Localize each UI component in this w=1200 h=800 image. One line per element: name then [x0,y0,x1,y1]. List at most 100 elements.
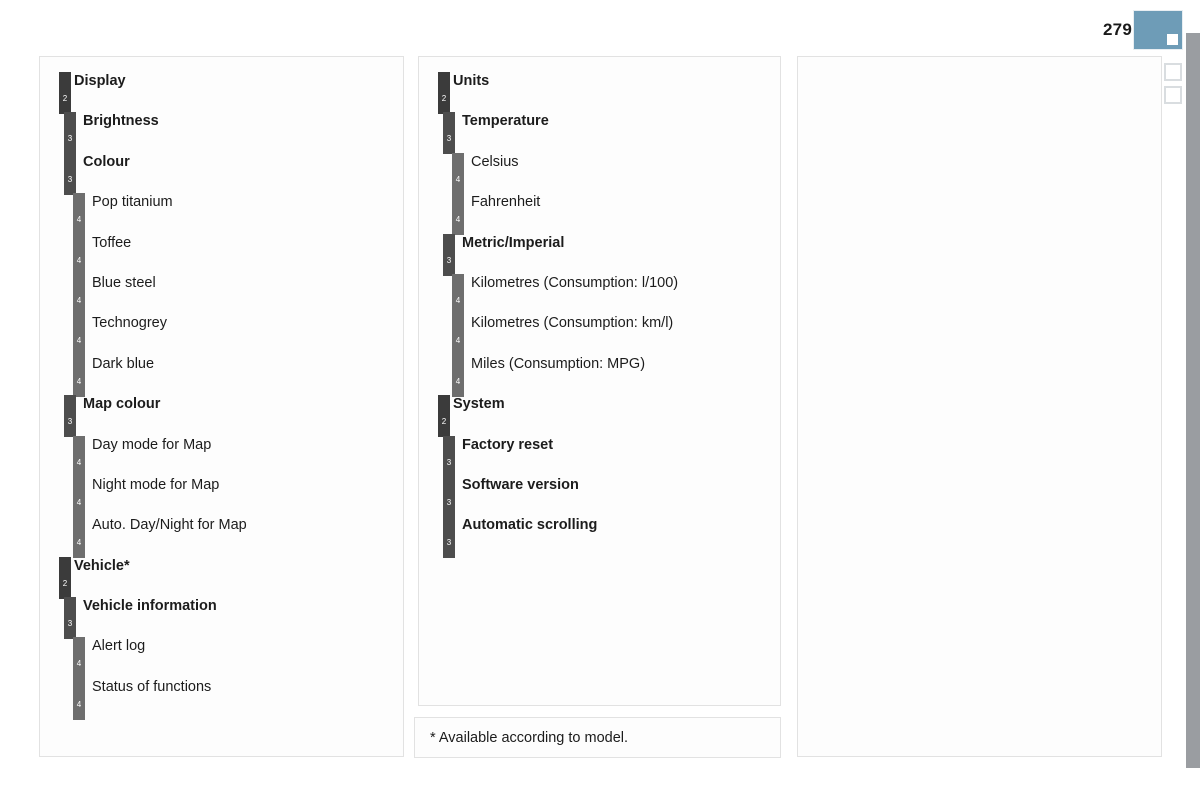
menu-item-level-2[interactable]: 2 Units [419,65,780,114]
menu-item-level-3[interactable]: 3 Temperature [419,105,780,155]
level-indicator-number: 4 [76,659,82,669]
menu-item-label: Day mode for Map [92,436,212,453]
menu-item-level-4[interactable]: 4 Fahrenheit [419,186,780,236]
page-header: 279 [0,0,1200,104]
menu-item-level-4[interactable]: 4 Miles (Consumption: MPG) [419,348,780,397]
level-indicator-number: 3 [67,174,73,184]
level-indicator-number: 2 [62,578,68,588]
level-indicator-number: 3 [67,619,73,629]
level-indicator-number: 2 [441,417,447,427]
menu-item-level-4[interactable]: 4 Celsius [419,146,780,195]
level-indicator-number: 4 [76,538,82,548]
menu-item-label: Factory reset [462,436,554,453]
menu-item-label: Display [74,73,126,89]
menu-item-label: Alert log [92,638,146,655]
menu-item-label: Auto. Day/Night for Map [92,517,247,534]
active-page-tab-marker [1167,34,1178,45]
menu-item-label: Fahrenheit [471,194,541,211]
menu-item-label: Map colour [83,396,161,413]
menu-item-label: Colour [83,153,130,170]
menu-item-label: System [453,396,505,413]
menu-item-level-4[interactable]: 4 Auto. Day/Night for Map [40,509,403,559]
menu-item-label: Status of functions [92,678,212,695]
menu-item-label: Vehicle* [74,557,130,574]
menu-item-label: Pop titanium [92,194,173,211]
menu-item-level-3[interactable]: 3 Factory reset [419,429,780,478]
menu-item-label: Technogrey [92,315,167,332]
menu-item-level-2[interactable]: 2 System [419,388,780,438]
level-indicator-number: 3 [67,134,73,144]
level-indicator-number: 3 [67,417,73,427]
menu-item-label: Toffee [92,234,132,251]
menu-item-label: Blue steel [92,274,156,291]
menu-item-level-2[interactable]: 2 Vehicle* [40,550,403,599]
level-indicator-number: 4 [76,497,82,507]
level-indicator-number: 4 [76,336,82,346]
menu-tree-middle: 2 Units 3 Temperature 4 Celsius 4 Fahrenheit 3 Me… [419,57,780,559]
footnote-box: * Available according to model. [414,717,781,758]
level-indicator-number: 4 [455,295,461,305]
active-page-tab[interactable] [1133,10,1183,50]
menu-item-level-4[interactable]: 4 Status of functions [40,671,403,720]
menu-item-level-4[interactable]: 4 Toffee [40,227,403,276]
menu-item-label: Units [453,73,490,89]
menu-item-level-4[interactable]: 4 Night mode for Map [40,469,403,518]
level-indicator-number: 3 [446,538,452,548]
menu-item-level-3[interactable]: 3 Automatic scrolling [419,509,780,559]
menu-item-label: Brightness [83,113,159,130]
menu-item-level-4[interactable]: 4 Technogrey [40,307,403,357]
level-indicator-number: 4 [76,295,82,305]
menu-item-label: Miles (Consumption: MPG) [471,355,646,372]
menu-tree-left: 2 Display 3 Brightness 3 Colour 4 Pop titanium 4… [40,57,403,720]
level-indicator-icon: 3 [443,516,455,559]
level-indicator-number: 4 [455,336,461,346]
level-indicator-number: 4 [455,174,461,184]
menu-item-level-4[interactable]: 4 Alert log [40,630,403,680]
menu-item-level-4[interactable]: 4 Blue steel [40,267,403,316]
menu-tree-right [798,57,1161,65]
menu-item-label: Celsius [471,153,519,170]
menu-item-level-3[interactable]: 3 Colour [40,146,403,195]
menu-item-level-3[interactable]: 3 Metric/Imperial [419,227,780,276]
level-indicator-number: 4 [76,215,82,225]
menu-item-label: Automatic scrolling [462,517,598,534]
menu-item-level-3[interactable]: 3 Software version [419,469,780,518]
menu-item-level-4[interactable]: 4 Day mode for Map [40,429,403,478]
column-right [797,56,1162,757]
menu-item-level-4[interactable]: 4 Pop titanium [40,186,403,236]
level-indicator-number: 4 [76,699,82,709]
footnote-text: * Available according to model. [430,729,629,746]
level-indicator-number: 4 [76,457,82,467]
level-indicator-number: 3 [446,457,452,467]
level-indicator-number: 4 [455,376,461,386]
menu-item-label: Night mode for Map [92,476,220,493]
level-indicator-number: 4 [455,215,461,225]
menu-item-level-4[interactable]: 4 Kilometres (Consumption: km/l) [419,307,780,357]
menu-item-label: Kilometres (Consumption: l/100) [471,274,679,291]
menu-item-level-4[interactable]: 4 Dark blue [40,348,403,397]
page-number: 279 [1103,20,1132,39]
menu-item-label: Software version [462,476,579,493]
menu-item-label: Metric/Imperial [462,234,565,251]
menu-item-level-3[interactable]: 3 Brightness [40,105,403,155]
level-indicator-number: 3 [446,497,452,507]
menu-item-level-4[interactable]: 4 Kilometres (Consumption: l/100) [419,267,780,316]
page-tab-3[interactable] [1164,86,1182,104]
menu-item-level-3[interactable]: 3 Map colour [40,388,403,438]
level-indicator-icon: 4 [73,677,85,720]
menu-item-level-2[interactable]: 2 Display [40,65,403,114]
page-tab-2[interactable] [1164,63,1182,81]
column-middle: 2 Units 3 Temperature 4 Celsius 4 Fahrenheit 3 Me… [418,56,781,706]
menu-item-label: Vehicle information [83,598,217,615]
level-indicator-number: 4 [76,255,82,265]
level-indicator-number: 2 [62,94,68,103]
column-left: 2 Display 3 Brightness 3 Colour 4 Pop titanium 4… [39,56,404,757]
level-indicator-number: 3 [446,255,452,265]
right-edge-strip [1186,33,1200,768]
level-indicator-number: 4 [76,376,82,386]
level-indicator-number: 2 [441,94,447,103]
menu-item-label: Kilometres (Consumption: km/l) [471,315,674,332]
menu-item-label: Temperature [462,113,549,130]
menu-item-level-3[interactable]: 3 Vehicle information [40,590,403,640]
level-indicator-number: 3 [446,134,452,144]
